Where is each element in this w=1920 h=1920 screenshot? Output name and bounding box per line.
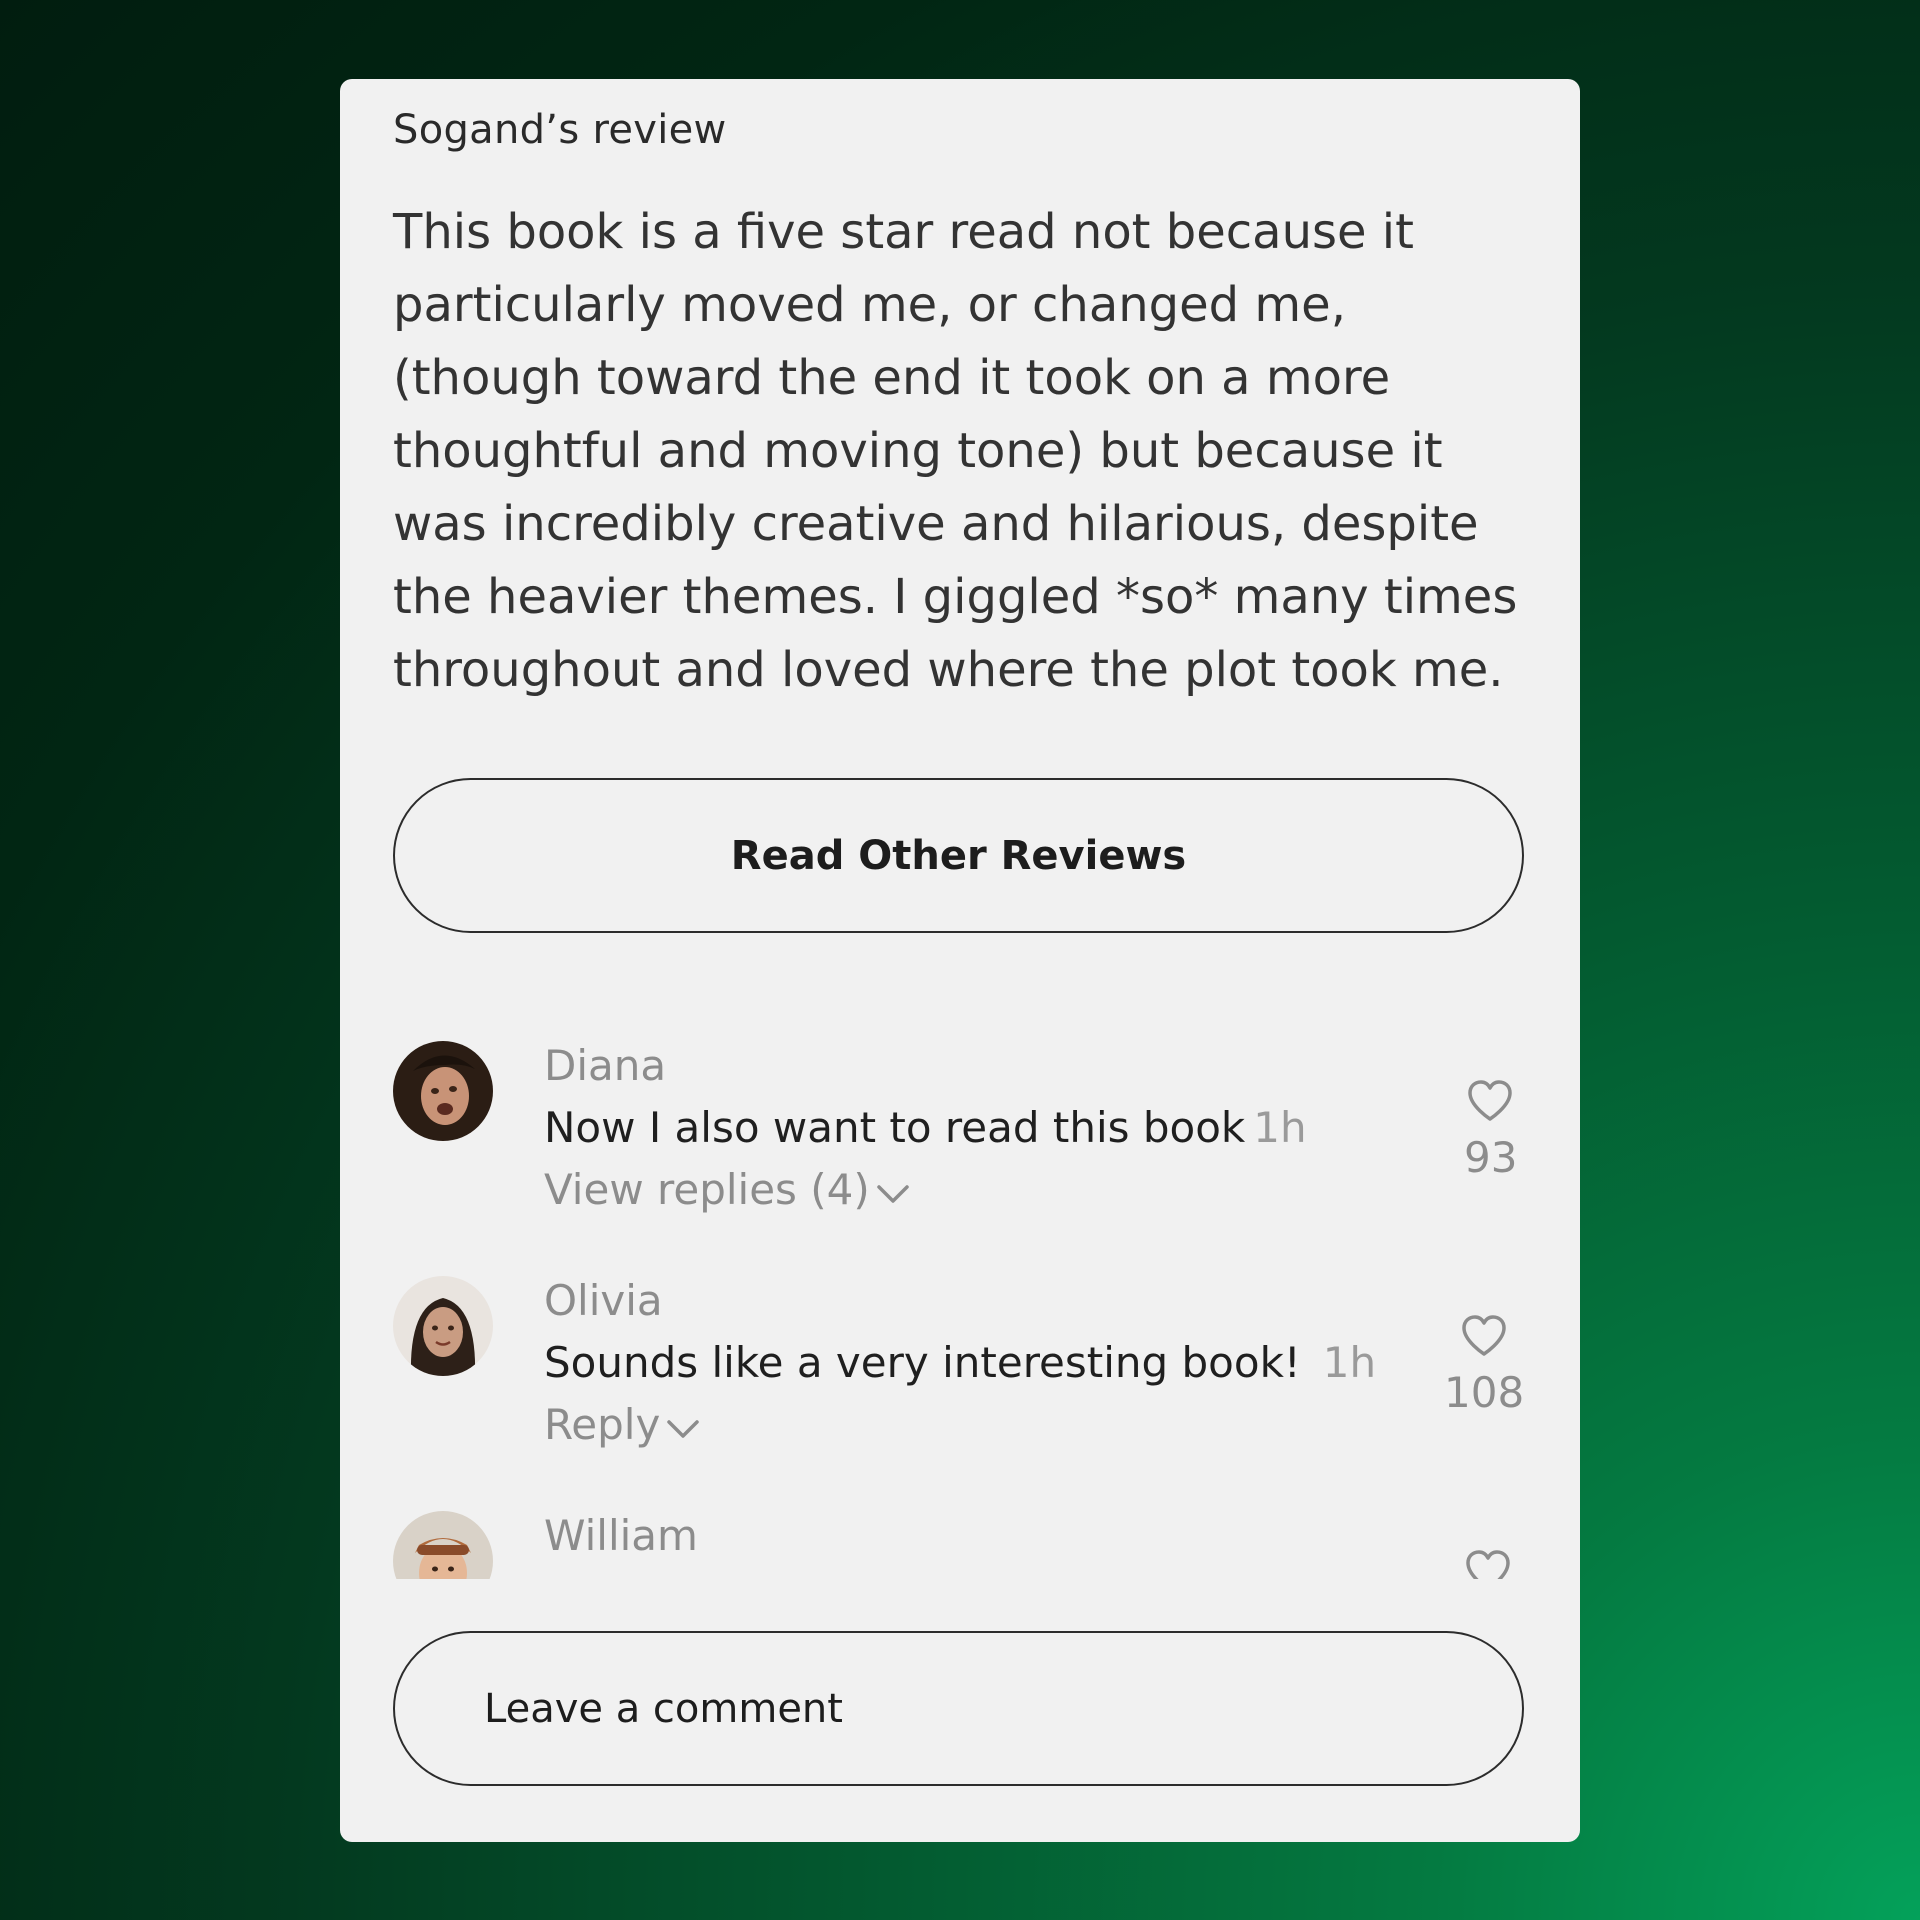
like-button[interactable]: 93	[1464, 1079, 1518, 1182]
comment-text: Now I also want to read this book 1h	[544, 1103, 1307, 1152]
comment-author[interactable]: Olivia	[544, 1276, 663, 1325]
comment-time: 1h	[1253, 1103, 1307, 1152]
avatar[interactable]	[393, 1276, 493, 1376]
reply-label: Reply	[544, 1400, 661, 1449]
avatar[interactable]	[393, 1041, 493, 1141]
list-scroll-edge	[340, 1579, 1580, 1619]
comment-item: Diana Now I also want to read this book 1…	[340, 1041, 1580, 1261]
comment-time: 1h	[1322, 1338, 1377, 1387]
review-card: Sogand’s review This book is a five star…	[340, 79, 1580, 1842]
heart-icon	[1466, 1080, 1514, 1127]
view-replies-label: View replies (4)	[544, 1165, 870, 1214]
like-count: 108	[1444, 1368, 1525, 1417]
read-other-reviews-button[interactable]: Read Other Reviews	[393, 778, 1524, 933]
like-button[interactable]: 108	[1444, 1314, 1524, 1417]
comment-body: Now I also want to read this book	[544, 1103, 1246, 1152]
review-title: Sogand’s review	[393, 107, 727, 153]
review-body: This book is a five star read not becaus…	[393, 204, 1518, 698]
comment-author[interactable]: William	[544, 1511, 698, 1560]
like-count: 93	[1464, 1133, 1518, 1182]
comment-item: Olivia Sounds like a very interesting bo…	[340, 1276, 1580, 1496]
leave-comment-input[interactable]: Leave a comment	[393, 1631, 1524, 1786]
chevron-down-icon	[666, 1400, 700, 1449]
reply-button[interactable]: Reply	[544, 1400, 700, 1449]
comment-text: Sounds like a very interesting book! 1h	[544, 1338, 1376, 1387]
chevron-down-icon	[876, 1165, 910, 1214]
view-replies-button[interactable]: View replies (4)	[544, 1165, 910, 1214]
comment-author[interactable]: Diana	[544, 1041, 666, 1090]
comment-body: Sounds like a very interesting book!	[544, 1338, 1301, 1387]
heart-icon	[1460, 1315, 1508, 1362]
